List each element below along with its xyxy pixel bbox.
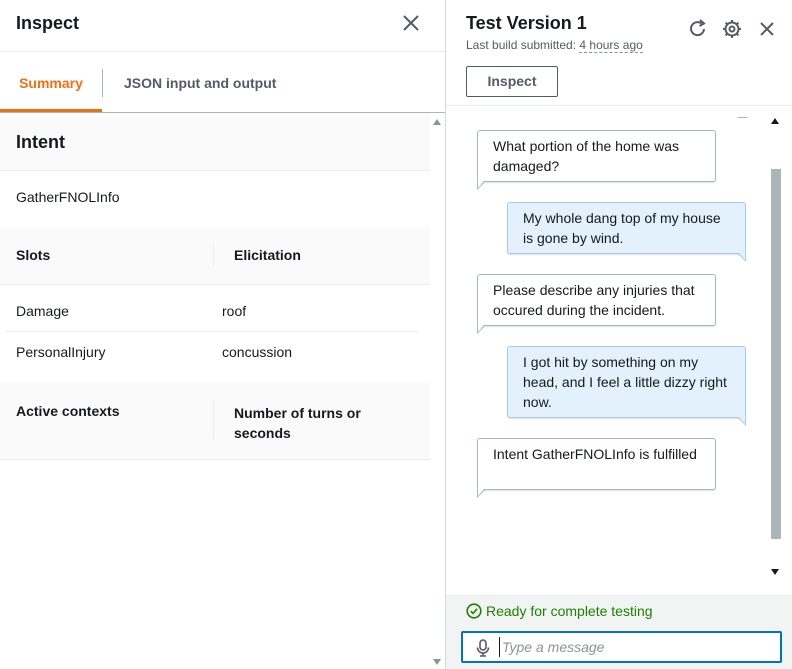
intent-heading: Intent xyxy=(16,132,65,152)
inspect-header: Inspect xyxy=(0,0,445,52)
slot-name: Damage xyxy=(16,303,69,319)
slot-value: roof xyxy=(222,303,247,319)
test-title: Test Version 1 xyxy=(466,13,587,33)
intent-section-header: Intent xyxy=(0,113,430,171)
bot-message: Please describe any injuries that occure… xyxy=(477,274,716,334)
bubble-tail xyxy=(730,110,748,118)
bot-message: Intent GatherFNOLInfo is fulfilled xyxy=(477,438,716,498)
column-header-turns: Number of turns or seconds xyxy=(234,405,361,441)
check-circle-icon xyxy=(466,603,482,619)
bubble-tail xyxy=(477,180,486,190)
contexts-table-header: Active contexts Number of turns or secon… xyxy=(0,382,430,460)
inspect-panel: Inspect Summary JSON input and output In… xyxy=(0,0,445,669)
column-header-slots: Slots xyxy=(16,247,51,263)
chat-transcript: What portion of the home was damaged? My… xyxy=(446,106,768,580)
scrollbar-thumb[interactable] xyxy=(771,169,781,539)
scroll-up-arrow-icon[interactable] xyxy=(433,119,441,125)
status-text: Ready for complete testing xyxy=(486,603,653,619)
inspect-button[interactable]: Inspect xyxy=(466,66,558,97)
user-message: My whole dang top of my house is gone by… xyxy=(507,202,746,262)
test-panel: Test Version 1 Last build submitted: 4 h… xyxy=(445,0,792,669)
message-input[interactable] xyxy=(499,637,769,657)
column-header-active-contexts: Active contexts xyxy=(16,403,120,419)
message-text: My whole dang top of my house is gone by… xyxy=(523,210,721,246)
message-input-box[interactable] xyxy=(461,631,782,663)
bubble-tail xyxy=(477,488,486,498)
build-time: 4 hours ago xyxy=(579,38,643,53)
slots-table-header: Slots Elicitation xyxy=(0,227,430,285)
microphone-icon[interactable] xyxy=(475,639,491,657)
intent-name: GatherFNOLInfo xyxy=(16,189,120,205)
close-icon[interactable] xyxy=(401,13,421,33)
slot-name: PersonalInjury xyxy=(16,344,106,360)
inspect-title: Inspect xyxy=(16,13,80,33)
chat-scrollbar[interactable] xyxy=(768,113,783,579)
scrollbar[interactable] xyxy=(430,113,445,669)
scroll-down-arrow-icon[interactable] xyxy=(771,569,779,575)
column-divider xyxy=(213,399,214,439)
build-label: Last build submitted: xyxy=(466,38,577,52)
bubble-tail xyxy=(477,324,486,334)
settings-icon[interactable] xyxy=(721,18,743,40)
scroll-up-arrow-icon[interactable] xyxy=(771,118,779,124)
bubble-tail xyxy=(737,252,746,262)
chat-footer: Ready for complete testing xyxy=(446,595,792,669)
build-status: Last build submitted: 4 hours ago xyxy=(466,38,643,53)
tab-divider xyxy=(102,69,103,97)
close-icon[interactable] xyxy=(756,18,778,40)
tab-json-input-output[interactable]: JSON input and output xyxy=(124,53,276,113)
tab-summary[interactable]: Summary xyxy=(0,53,102,112)
refresh-icon[interactable] xyxy=(687,18,709,40)
app-root: Inspect Summary JSON input and output In… xyxy=(0,0,792,669)
message-text: What portion of the home was damaged? xyxy=(493,138,679,174)
scroll-down-arrow-icon[interactable] xyxy=(433,659,441,665)
user-message: I got hit by something on my head, and I… xyxy=(507,346,746,426)
bot-message: What portion of the home was damaged? xyxy=(477,130,716,190)
message-text: Please describe any injuries that occure… xyxy=(493,282,695,318)
message-text: Intent GatherFNOLInfo is fulfilled xyxy=(493,446,697,462)
status-indicator: Ready for complete testing xyxy=(466,603,653,619)
tab-list: Summary JSON input and output xyxy=(0,53,445,113)
slot-value: concussion xyxy=(222,344,293,360)
summary-content: Intent GatherFNOLInfo Slots Elicitation … xyxy=(0,113,430,669)
row-divider xyxy=(5,331,418,332)
message-text: I got hit by something on my head, and I… xyxy=(523,354,727,410)
column-header-elicitation: Elicitation xyxy=(234,247,301,263)
column-divider xyxy=(213,244,214,266)
bubble-tail xyxy=(737,416,746,426)
